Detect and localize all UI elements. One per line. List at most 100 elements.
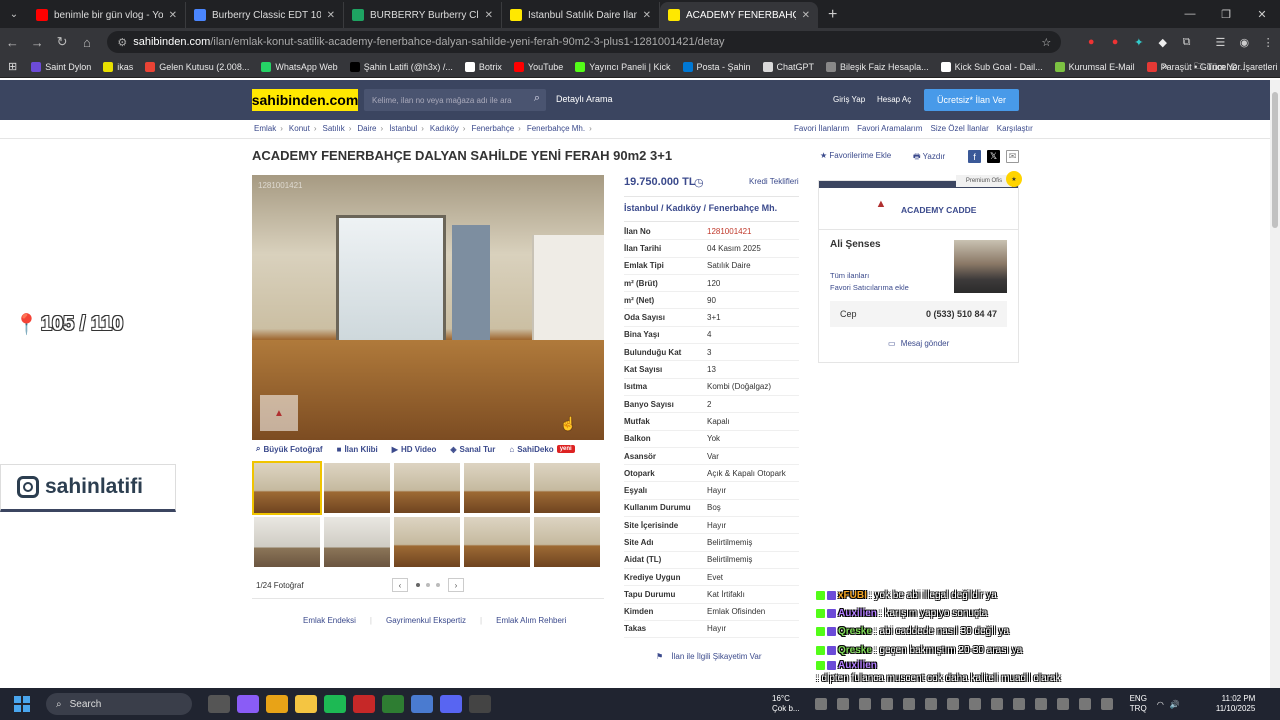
tab-close-icon[interactable]: ✕ [485,10,493,21]
extension-red-icon[interactable]: ● [1079,36,1103,48]
account-link[interactable]: Favori İlanlarım [794,124,849,133]
browser-tab[interactable]: ACADEMY FENERBAHÇE DALYA ✕ [660,2,818,28]
tray-icon[interactable] [836,698,849,710]
complaint-link[interactable]: ⚑ İlan ile İlgili Şikayetim Var [656,652,762,661]
home-icon[interactable]: ⌂ [75,35,100,50]
clock[interactable]: 11:02 PM 11/10/2025 [1216,694,1255,714]
breadcrumb-item[interactable]: Kadıköy [430,124,459,133]
task-view-icon[interactable] [207,695,230,713]
signup-link[interactable]: Hesap Aç [877,95,911,104]
extensions-puzzle-icon[interactable]: ⧉ [1175,36,1199,49]
site-search-input[interactable]: Kelime, ilan no veya mağaza adı ile ara … [364,89,546,111]
tray-icon[interactable] [880,698,893,710]
language-indicator[interactable]: ENG TRQ [1130,694,1147,714]
taskbar-search[interactable]: ⌕ Search [46,693,192,715]
browser-tab[interactable]: Burberry Classic EDT 100 ml Erk ✕ [186,2,344,28]
photo-thumbnail[interactable] [394,463,460,513]
bookmark-item[interactable]: Şahin Latifi (@h3x) /... [349,61,453,72]
page-scrollbar[interactable] [1270,80,1280,688]
photo-thumbnail[interactable] [254,517,320,567]
spotify-icon[interactable] [323,695,346,713]
extension-diamond-icon[interactable]: ◆ [1151,36,1175,49]
tray-icon[interactable] [1012,698,1025,710]
close-window-icon[interactable]: ✕ [1244,0,1280,28]
back-icon[interactable]: ← [0,35,25,50]
chrome-icon[interactable] [265,695,288,713]
tab-search-icon[interactable]: ⌄ [0,0,28,28]
tray-icon[interactable] [924,698,937,710]
photo-thumbnail[interactable] [464,463,530,513]
windows-start-icon[interactable] [14,696,30,712]
all-bookmarks[interactable]: 🗀 Tüm Yer İşaretleri [1194,59,1278,75]
virtual-tour-button[interactable]: ◈ Sanal Tur [450,444,495,454]
photo-thumbnail[interactable] [534,463,600,513]
large-photo-button[interactable]: ⌕ Büyük Fotoğraf [256,444,323,454]
phone-number[interactable]: 0 (533) 510 84 47 [926,309,997,319]
prev-page-icon[interactable]: ‹ [392,578,408,592]
breadcrumb-item[interactable]: İstanbul [389,124,417,133]
tab-close-icon[interactable]: ✕ [643,10,651,21]
tab-close-icon[interactable]: ✕ [802,10,810,21]
bookmark-item[interactable]: Yayıncı Paneli | Kick [575,61,671,72]
minimize-icon[interactable]: — [1172,0,1208,28]
bookmark-item[interactable]: Kick Sub Goal - Dail... [940,61,1043,72]
browser-tab[interactable]: BURBERRY Burberry Classsic Eri ✕ [344,2,502,28]
tray-icon[interactable] [902,698,915,710]
page-dot[interactable] [426,583,430,587]
breadcrumb-item[interactable]: Emlak [254,124,276,133]
bookmark-star-icon[interactable]: ☆ [1041,36,1051,49]
ekspertiz-link[interactable]: Gayrimenkul Ekspertiz [386,616,466,625]
browser-tab[interactable]: İstanbul Satılık Daire İlanları ve ✕ [502,2,660,28]
tray-icon[interactable] [946,698,959,710]
more-bookmarks-icon[interactable]: » [1162,61,1168,73]
print-link[interactable]: 🖶 Yazdır [913,151,945,165]
tab-close-icon[interactable]: ✕ [327,10,335,21]
breadcrumb-item[interactable]: Konut [289,124,310,133]
bookmark-item[interactable]: Posta - Şahin [682,61,751,72]
facebook-icon[interactable]: f [968,150,981,163]
site-info-icon[interactable]: ⚙ [117,36,127,49]
tray-icon[interactable] [1078,698,1091,710]
copilot-icon[interactable] [236,695,259,713]
forward-icon[interactable]: → [25,35,50,50]
account-link[interactable]: Karşılaştır [997,124,1033,133]
photo-thumbnail[interactable] [252,461,322,515]
advanced-search-link[interactable]: Detaylı Arama [556,94,613,104]
tray-icon[interactable] [1056,698,1069,710]
alim-rehberi-link[interactable]: Emlak Alım Rehberi [496,616,566,625]
tray-icon[interactable] [968,698,981,710]
office-logo[interactable]: ▲ [870,198,892,216]
breadcrumb-item[interactable]: Fenerbahçe [471,124,514,133]
send-message-link[interactable]: ▭ Mesaj gönder [888,339,949,348]
bookmark-item[interactable]: Saint Dylon [31,61,91,72]
app-green-icon[interactable] [381,695,404,713]
maximize-icon[interactable]: ❐ [1208,0,1244,28]
tray-icon[interactable] [814,698,827,710]
scrollbar-thumb[interactable] [1272,92,1278,228]
office-name[interactable]: ACADEMY CADDE [901,205,976,215]
extension-badge-icon[interactable]: ● [1103,36,1127,48]
breadcrumb-item[interactable]: Daire [357,124,376,133]
page-dot[interactable] [416,583,420,587]
bookmark-item[interactable]: Gelen Kutusu (2.008... [145,61,249,72]
location-district[interactable]: Kadıköy [666,203,701,213]
bookmark-item[interactable]: Kurumsal E-Mail [1054,61,1135,72]
video-clip-button[interactable]: ■ İlan Klibi [337,444,378,454]
tray-icon[interactable] [858,698,871,710]
discord-icon[interactable] [439,695,462,713]
search-icon[interactable]: ⌕ [534,92,540,105]
price-history-icon[interactable]: ◷ [694,176,704,189]
tray-icon[interactable] [990,698,1003,710]
bookmark-item[interactable]: WhatsApp Web [261,61,338,72]
breadcrumb-item[interactable]: Fenerbahçe Mh. [527,124,585,133]
photo-thumbnail[interactable] [324,463,390,513]
wifi-icon[interactable]: ◠ [1157,700,1164,709]
url-field[interactable]: ⚙ sahibinden.com /ilan/emlak-konut-satil… [107,31,1062,53]
weather-widget[interactable]: 16°C Çok b... [772,694,800,714]
reload-icon[interactable]: ↻ [50,34,75,50]
account-link[interactable]: Size Özel İlanlar [930,124,988,133]
add-favorite-link[interactable]: ★ Favorilerime Ekle [820,151,891,160]
photo-thumbnail[interactable] [324,517,390,567]
app-red-icon[interactable] [352,695,375,713]
location-city[interactable]: İstanbul [624,203,659,213]
